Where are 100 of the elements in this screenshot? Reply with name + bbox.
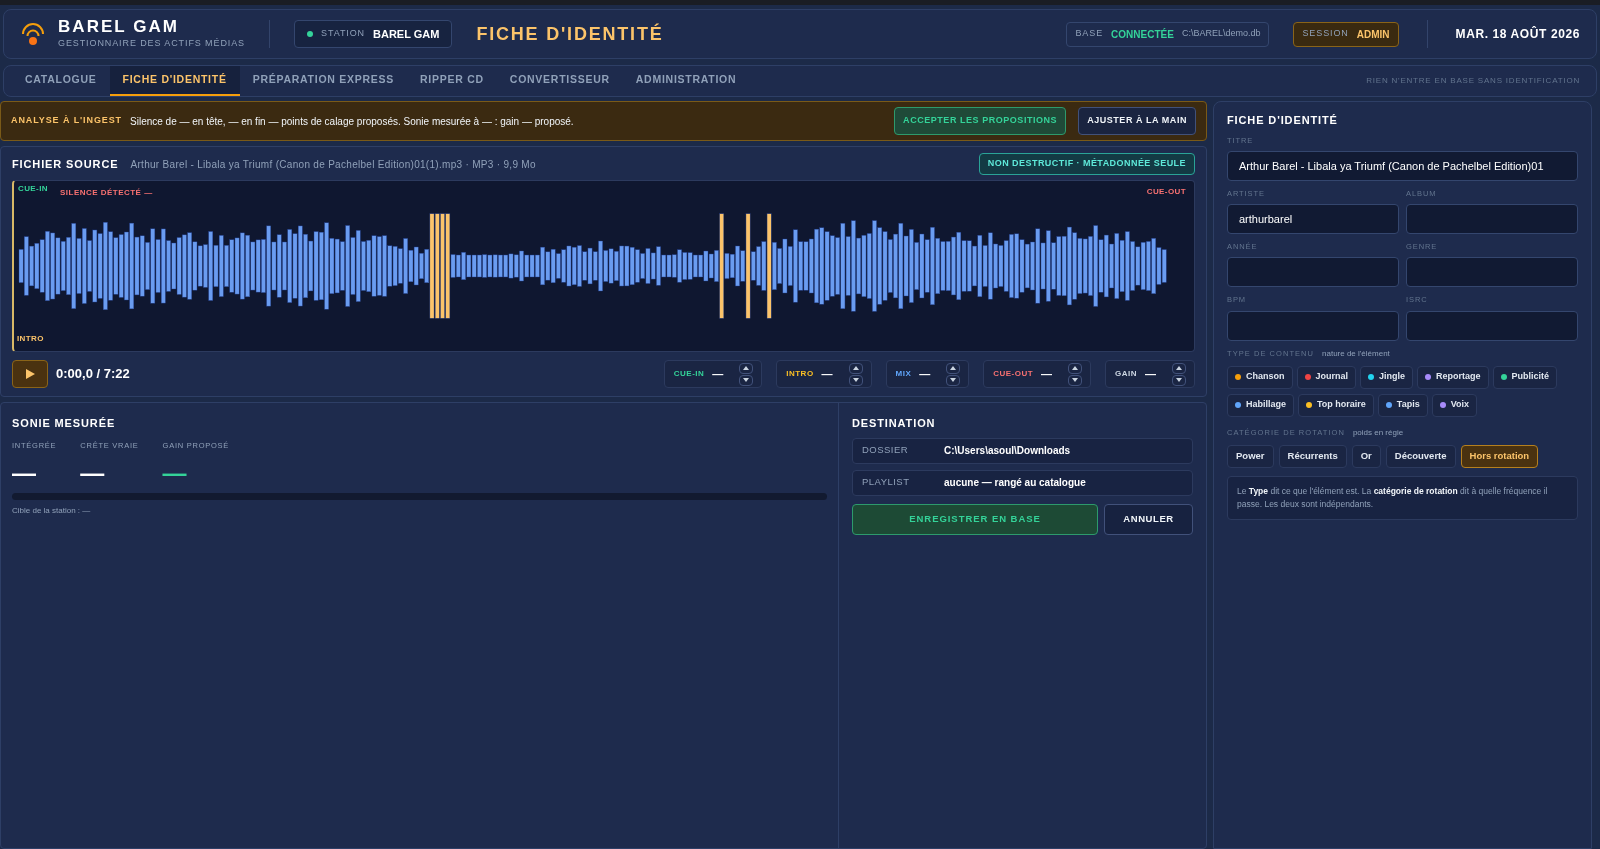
cue-value: — [821,366,833,382]
nav-tab[interactable]: FICHE D'IDENTITÉ [109,66,240,96]
decrement-button[interactable] [946,374,961,386]
cue-control[interactable]: CUE-IN — [663,360,763,388]
type-chip[interactable]: Jingle [1360,365,1414,389]
note-text: Le Type dit ce que l'élément est. La catégorie de rotation dit à quelle fréquence il passe. Les deux sont indépendants. [1237,485,1548,509]
up-icon [1072,366,1079,370]
increment-button[interactable] [1172,362,1186,374]
cue-value: — [919,366,931,382]
text-field[interactable] [1227,310,1399,341]
decrement-button[interactable] [1172,374,1186,386]
silence-marker: SILENCE DÉTECTÉ — [60,187,153,199]
cue-value: — [1145,366,1156,382]
decrement-button[interactable] [739,374,754,386]
tabs-note: RIEN N'ENTRE EN BASE SANS IDENTIFICATION [1366,75,1580,87]
play-button[interactable] [12,360,48,388]
station-label: STATION [321,27,365,41]
cue-label: CUE-OUT [993,368,1034,380]
analysis-label: ANALYSE À L'INGEST [11,114,123,128]
metric-value: — [162,460,188,485]
broadcast-icon [20,20,46,48]
row-label: DOSSIER [862,443,910,458]
nav-tab[interactable]: CONVERTISSEUR [496,66,623,96]
cancel-button[interactable]: ANNULER [1104,503,1193,535]
text-field[interactable]: Arthur Barel - Libala ya Triumf (Canon de Pachelbel Edition)01 [1227,150,1578,181]
save-button[interactable]: ENREGISTRER EN BASE [852,503,1098,535]
section-title: DESTINATION [852,416,937,431]
up-icon [743,366,750,370]
type-chip[interactable]: Tapis [1377,393,1428,417]
increment-button[interactable] [1068,362,1083,374]
session-label: SESSION [1302,27,1349,41]
intro-marker: INTRO [17,333,44,345]
accept-button[interactable]: ACCEPTER LES PROPOSITIONS [894,107,1067,135]
type-chip[interactable]: Habillage [1227,393,1294,417]
increment-button[interactable] [848,362,863,374]
cue-out-marker: CUE-OUT [1146,186,1186,198]
rotation-chip[interactable]: Power [1227,444,1274,468]
type-chip[interactable]: Reportage [1417,365,1489,389]
metric-value: — [12,460,37,485]
database-path: C:\BAREL\demo.db [1181,27,1261,41]
section-title: FICHIER SOURCE [12,156,119,172]
up-icon [852,366,859,370]
brand-name: BAREL GAM [58,17,180,38]
down-icon [1072,378,1079,382]
nav-tab[interactable]: RIPPER CD [407,66,497,96]
play-icon [25,369,35,379]
adjust-button[interactable]: AJUSTER À LA MAIN [1078,107,1196,135]
cue-control[interactable]: CUE-OUT — [983,360,1092,388]
analysis-message: Silence de — en tête, — en fin — points de calage proposés. Sonie mesurée à — : gain — proposé. [130,114,574,129]
row-label: PLAYLIST [862,475,911,490]
row-value: aucune — rangé au catalogue [944,476,1086,490]
session-role: ADMIN [1356,27,1390,42]
decrement-button[interactable] [848,374,863,386]
row-value: C:\Users\asoul\Downloads [944,444,1071,458]
rotation-chip[interactable]: Découverte [1385,444,1456,468]
down-icon [852,378,859,382]
playback-time: 0:00,0 / 7:22 [56,365,130,384]
rotation-hint: poids en régie [1352,426,1404,439]
type-chip[interactable]: Journal [1296,365,1357,389]
rotation-chip[interactable]: Or [1351,444,1381,468]
metric-value: — [80,460,106,485]
increment-button[interactable] [739,362,754,374]
mode-badge: NON DESTRUCTIF · MÉTADONNÉE SEULE [978,153,1195,175]
type-chip[interactable]: Top horaire [1298,393,1374,417]
text-field[interactable] [1406,257,1578,288]
cue-label: GAIN [1115,368,1137,380]
section-title: SONIE MESURÉE [12,416,117,431]
cue-label: MIX [895,368,912,380]
decrement-button[interactable] [1068,374,1083,386]
rotation-chip[interactable]: Récurrents [1278,444,1347,468]
up-icon [1176,366,1182,370]
rotation-chip[interactable]: Hors rotation [1460,444,1539,468]
file-info: Arthur Barel - Libala ya Triumf (Canon de Pachelbel Edition)01(1).mp3 · MP3 · 9,9 Mo [130,157,536,172]
up-icon [950,366,957,370]
text-field[interactable] [1227,257,1399,288]
database-label: BASE [1075,27,1104,41]
station-name: BAREL GAM [373,26,440,42]
type-chip[interactable]: Voix [1431,393,1478,417]
down-icon [743,378,750,382]
page-title: FICHE D'IDENTITÉ [476,22,664,46]
cue-value: — [1041,366,1053,382]
section-title: FICHE D'IDENTITÉ [1227,113,1339,128]
cue-label: INTRO [786,368,814,380]
nav-tab[interactable]: ADMINISTRATION [622,66,750,96]
cue-label: CUE-IN [673,368,705,380]
brand-subtitle: GESTIONNAIRE DES ACTIFS MÉDIAS [58,37,246,51]
cue-control[interactable]: INTRO — [776,360,872,388]
database-status: CONNECTÉE [1111,27,1174,42]
type-chip[interactable]: Chanson [1227,365,1293,389]
text-field[interactable] [1406,310,1578,341]
text-field[interactable]: arthurbarel [1227,204,1399,234]
increment-button[interactable] [946,362,961,374]
cue-in-marker: CUE-IN [18,183,48,195]
text-field[interactable] [1406,204,1578,234]
cue-value: — [712,366,724,382]
nav-tab[interactable]: CATALOGUE [12,66,110,96]
nav-tab[interactable]: PRÉPARATION EXPRESS [239,66,407,96]
type-chip[interactable]: Publicité [1492,365,1558,389]
cue-control[interactable]: MIX — [885,360,970,388]
cue-control[interactable]: GAIN — [1105,360,1195,388]
